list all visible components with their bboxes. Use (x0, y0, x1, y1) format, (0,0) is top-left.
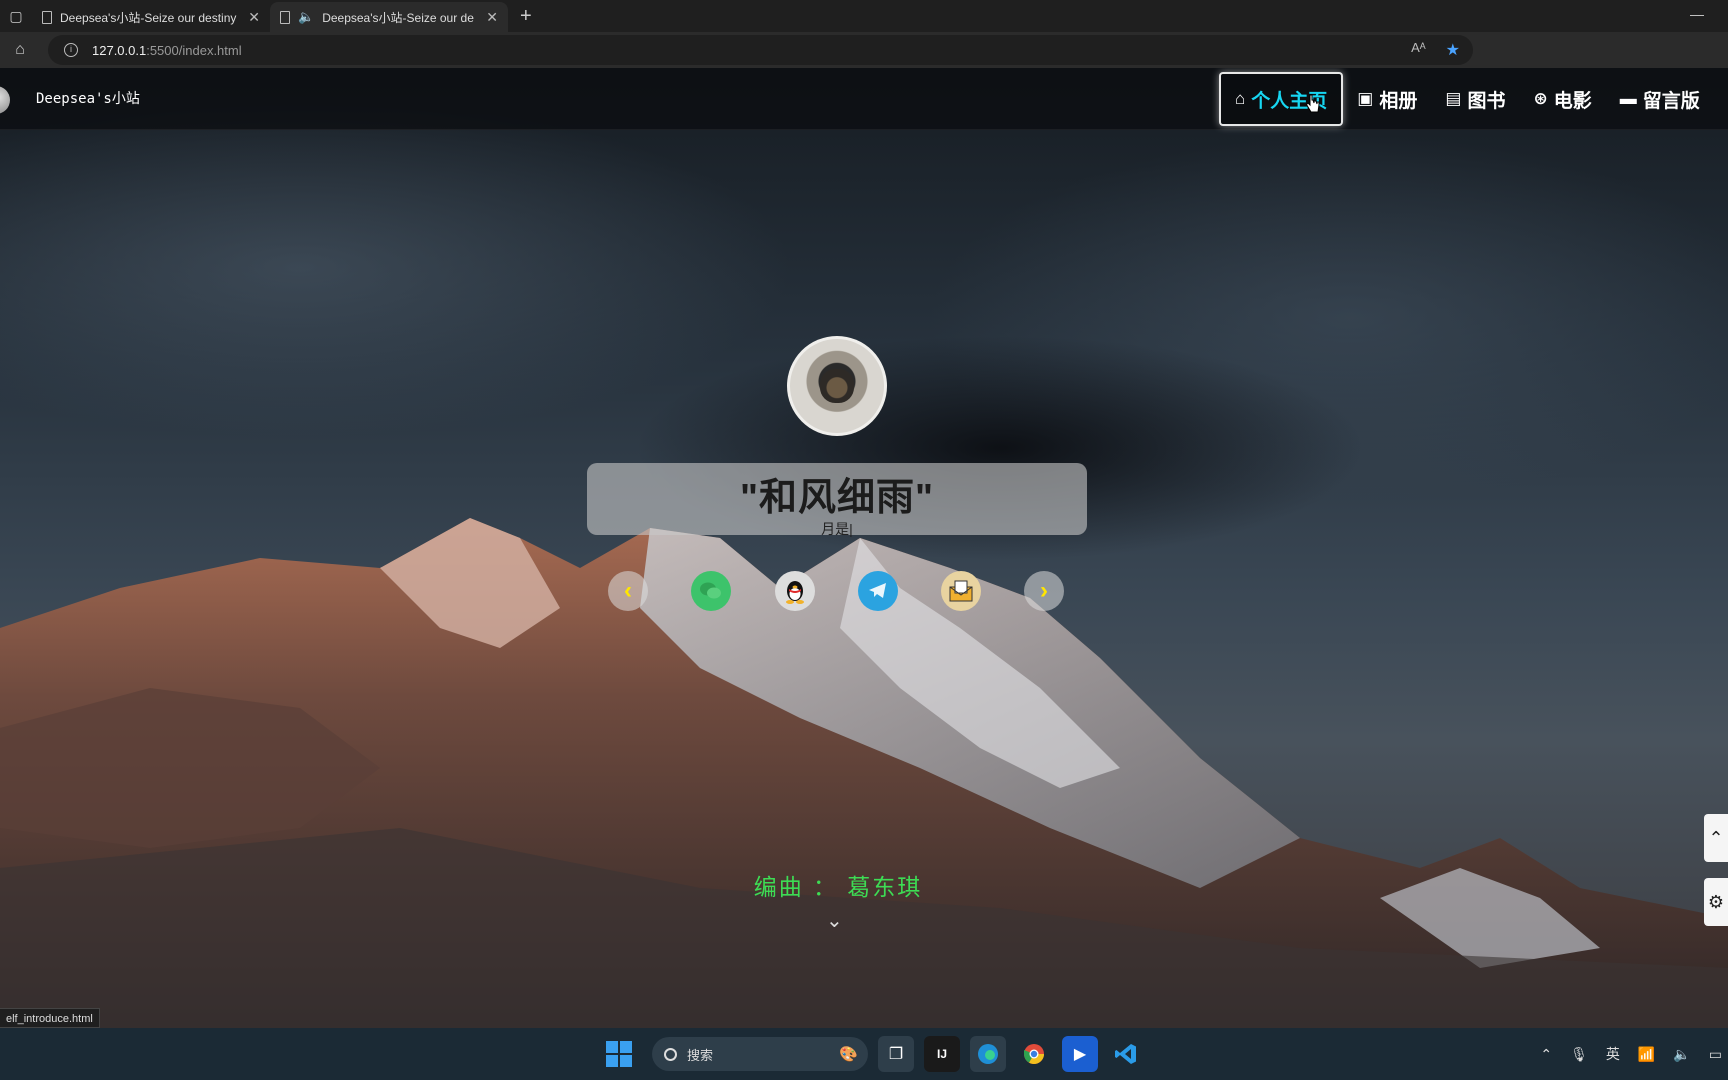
tab-2[interactable]: 🔈 Deepsea's小站-Seize our de ✕ (270, 2, 508, 32)
tab-1[interactable]: Deepsea's小站-Seize our destiny ✕ (32, 2, 270, 32)
close-tab-icon[interactable]: ✕ (486, 9, 498, 26)
close-tab-icon[interactable]: ✕ (248, 9, 260, 26)
site-logo[interactable] (0, 86, 10, 114)
telegram-icon[interactable] (858, 571, 898, 611)
info-icon[interactable]: i (64, 43, 78, 57)
home-icon: ⌂ (1235, 89, 1246, 108)
search-icon (664, 1047, 677, 1061)
chrome-icon[interactable] (1016, 1036, 1052, 1072)
video-recorder-icon[interactable]: ▶ (1062, 1036, 1098, 1072)
browser-tab-bar: ▢ Deepsea's小站-Seize our destiny ✕ 🔈 Deep… (0, 0, 1728, 32)
battery-icon[interactable]: ▭ (1709, 1046, 1722, 1063)
search-label: 搜索 (687, 1047, 714, 1063)
taskbar-search[interactable]: 搜索 🎨 (652, 1037, 868, 1071)
speaker-icon[interactable]: 🔈 (298, 9, 314, 25)
status-link-preview: elf_introduce.html (0, 1008, 100, 1028)
favorite-star-icon[interactable]: ★ (1446, 40, 1460, 60)
next-arrow-button[interactable]: › (1024, 571, 1064, 611)
new-tab-button[interactable]: + (520, 5, 532, 28)
hand-cursor-icon (1305, 94, 1320, 113)
windows-start-icon[interactable] (606, 1041, 632, 1067)
avatar-face (820, 369, 854, 403)
nav-movies[interactable]: ⊛ 电影 (1519, 72, 1605, 126)
nav-label: 留言版 (1642, 90, 1700, 112)
site-navbar: Deepsea's小站 ⌂ 个人主页 ▣ 相册 ▤ 图书 ⊛ 电影 ▬ 留言版 (0, 68, 1728, 130)
comment-icon: ▬ (1619, 89, 1637, 108)
quote-title: "和风细雨" (739, 477, 935, 519)
wechat-icon[interactable] (691, 571, 731, 611)
volume-icon[interactable]: 🔈 (1673, 1046, 1690, 1063)
taskbar-center: 搜索 🎨 ❐ IJ ▶ (606, 1036, 1144, 1072)
typing-subline: 月是| (821, 521, 853, 537)
quote-card: "和风细雨" 月是| (587, 463, 1087, 537)
tab-title: Deepsea's小站-Seize our destiny (60, 10, 237, 25)
nav-books[interactable]: ▤ 图书 (1431, 72, 1519, 126)
image-icon: ▣ (1357, 89, 1374, 108)
minimize-button[interactable]: — (1690, 6, 1704, 22)
url-field[interactable]: i 127.0.0.1:5500/index.html (48, 35, 1473, 65)
tab-actions-icon[interactable]: ▢ (0, 0, 32, 32)
jetbrains-icon[interactable]: IJ (924, 1036, 960, 1072)
task-view-icon[interactable]: ❐ (878, 1036, 914, 1072)
nav-album[interactable]: ▣ 相册 (1343, 72, 1431, 126)
address-bar-row: ⌂ i 127.0.0.1:5500/index.html Aᴬ ★ ⚙ ◫ ☆… (0, 32, 1728, 91)
system-tray: ⌃ 🎙 英 📶 🔈 ▭ (1540, 1028, 1728, 1080)
nav-guestbook[interactable]: ▬ 留言版 (1606, 72, 1714, 126)
nav-label: 图书 (1467, 90, 1506, 112)
nav-home[interactable]: ⌂ 个人主页 (1219, 72, 1344, 126)
vscode-icon[interactable] (1108, 1036, 1144, 1072)
tab-title: Deepsea's小站-Seize our de (322, 10, 474, 25)
scroll-down-icon[interactable]: ⌄ (826, 908, 843, 933)
page-viewport: Deepsea's小站 ⌂ 个人主页 ▣ 相册 ▤ 图书 ⊛ 电影 ▬ 留言版 (0, 68, 1728, 1028)
ime-indicator[interactable]: 英 (1606, 1044, 1620, 1064)
read-aloud-icon[interactable]: Aᴬ (1411, 40, 1426, 60)
home-icon[interactable]: ⌂ (0, 41, 40, 59)
url-host: 127.0.0.1 (92, 42, 147, 58)
scroll-top-button[interactable]: ⌃ (1704, 814, 1728, 862)
music-credit: 编曲 ： 葛东琪 (753, 875, 923, 901)
taskbar: 搜索 🎨 ❐ IJ ▶ ⌃ 🎙 英 📶 🔈 ▭ (0, 1028, 1728, 1080)
url-actions: Aᴬ ★ (1411, 40, 1460, 60)
wifi-icon[interactable]: 📶 (1638, 1046, 1655, 1063)
mail-icon[interactable] (941, 571, 981, 611)
microphone-icon[interactable]: 🎙 (1570, 1046, 1588, 1063)
page-icon (42, 10, 52, 24)
film-reel-icon: ⊛ (1533, 89, 1548, 108)
avatar[interactable] (787, 336, 887, 436)
site-title[interactable]: Deepsea's小站 (36, 88, 140, 108)
social-links: ‹ › (608, 571, 1064, 611)
nav-menu: ⌂ 个人主页 ▣ 相册 ▤ 图书 ⊛ 电影 ▬ 留言版 (1219, 72, 1714, 126)
settings-button[interactable]: ⚙ (1704, 878, 1728, 926)
qq-icon[interactable] (775, 571, 815, 611)
prev-arrow-button[interactable]: ‹ (608, 571, 648, 611)
nav-label: 电影 (1553, 90, 1592, 112)
page-icon (280, 10, 290, 24)
nav-label: 相册 (1379, 90, 1418, 112)
url-path: :5500/index.html (146, 42, 242, 58)
edge-icon[interactable] (970, 1036, 1006, 1072)
search-highlight-icon: 🎨 (839, 1046, 858, 1063)
chevron-up-icon[interactable]: ⌃ (1540, 1046, 1552, 1063)
save-icon: ▤ (1445, 89, 1462, 108)
